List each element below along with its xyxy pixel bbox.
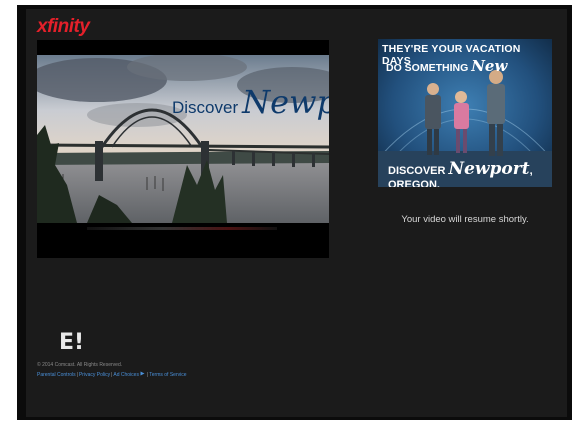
ad-choices-link[interactable]: Ad Choices <box>113 372 139 378</box>
copyright-text: © 2014 Comcast. All Rights Reserved. <box>37 362 123 368</box>
ad-headline-line2: DO SOMETHING New <box>386 57 507 75</box>
ad-tagline-script: Newport <box>448 159 530 179</box>
e-network-logo[interactable]: E! <box>59 330 84 355</box>
ad-choices-icon[interactable] <box>140 371 145 376</box>
parental-controls-link[interactable]: Parental Controls <box>37 372 76 378</box>
bridge-scene-image <box>37 55 329 223</box>
privacy-policy-link[interactable]: Privacy Policy <box>79 372 110 378</box>
ad-tagline-prefix: DISCOVER <box>388 165 446 177</box>
headline-discover: Discover <box>172 98 239 117</box>
advertisement-banner[interactable]: THEY'RE YOUR VACATION DAYS DO SOMETHING … <box>378 39 552 187</box>
ad-line2-prefix: DO SOMETHING <box>386 62 469 74</box>
player-controls[interactable] <box>37 223 329 258</box>
ad-tagline: DISCOVER Newport, OREGON. <box>388 159 552 187</box>
progress-bar[interactable] <box>87 227 277 230</box>
video-frame[interactable]: DiscoverNewport <box>37 55 329 223</box>
terms-of-service-link[interactable]: Terms of Service <box>149 372 186 378</box>
link-separator: | <box>76 372 78 378</box>
xfinity-logo[interactable]: xfinity <box>37 16 90 38</box>
resume-message: Your video will resume shortly. <box>401 214 529 225</box>
headline-newport: Newport <box>242 83 329 121</box>
video-player[interactable]: DiscoverNewport <box>37 40 329 258</box>
footer-links: Parental Controls|Privacy Policy|Ad Choi… <box>37 371 187 378</box>
video-headline: DiscoverNewport <box>172 83 329 121</box>
ad-line2-script: New <box>471 57 508 75</box>
